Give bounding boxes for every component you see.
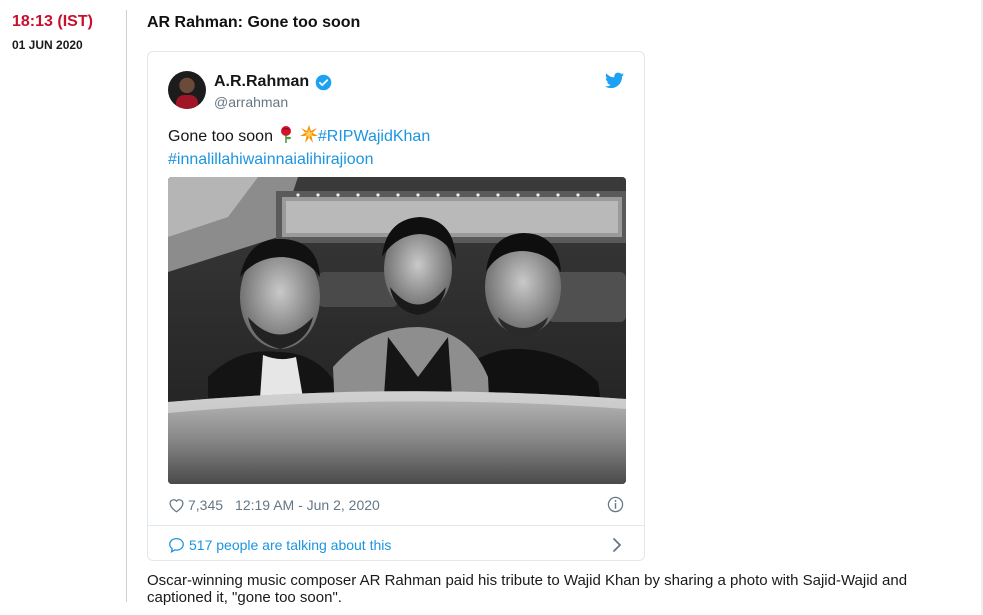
verified-icon	[315, 74, 332, 91]
tweet-author-handle[interactable]: @arrahman	[214, 94, 288, 110]
hashtag-link[interactable]: #RIPWajidKhan	[318, 128, 430, 145]
rose-emoji	[281, 126, 292, 143]
chevron-right-icon[interactable]	[612, 537, 622, 553]
entry-headline: AR Rahman: Gone too soon	[147, 14, 361, 31]
tweet-text-plain: Gone too soon	[168, 128, 273, 145]
timeline-divider	[126, 10, 127, 602]
info-icon[interactable]	[607, 496, 624, 513]
card-divider	[148, 525, 644, 526]
talking-about-link[interactable]: 517 people are talking about this	[168, 534, 624, 556]
entry-caption: Oscar-winning music composer AR Rahman p…	[147, 572, 908, 606]
tweet-timestamp[interactable]: 12:19 AM - Jun 2, 2020	[235, 497, 380, 513]
entry-time: 18:13 (IST)	[12, 13, 93, 30]
like-count[interactable]: 7,345	[188, 497, 223, 513]
tweet-author-name[interactable]: A.R.Rahman	[214, 73, 309, 91]
tweet-text: Gone too soon #RIPWajidKhan #innalillahi…	[168, 125, 628, 171]
embedded-tweet[interactable]: A.R.Rahman @arrahman Gone too soon #RIPW…	[147, 51, 645, 561]
twitter-bird-icon[interactable]	[605, 72, 624, 89]
tweet-photo[interactable]	[168, 177, 626, 484]
bubble-icon	[169, 537, 184, 553]
tweet-meta: 7,345 12:19 AM - Jun 2, 2020	[168, 495, 380, 515]
talking-text[interactable]: 517 people are talking about this	[189, 537, 391, 553]
author-avatar[interactable]	[168, 71, 206, 109]
entry-date: 01 JUN 2020	[12, 38, 83, 52]
hashtag-link[interactable]: #innalillahiwainnaialihirajioon	[168, 151, 373, 168]
heart-icon[interactable]	[168, 497, 185, 513]
collision-emoji	[299, 125, 318, 143]
